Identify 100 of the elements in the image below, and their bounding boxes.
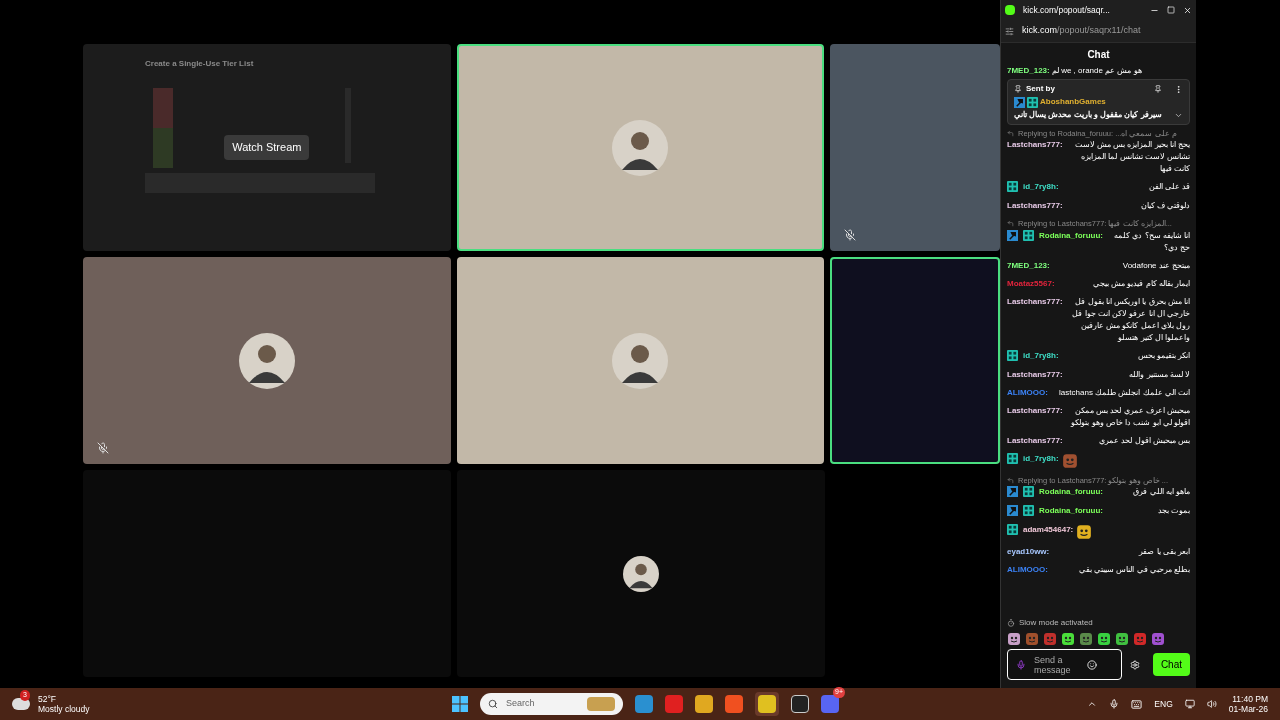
- emote-icon: [1076, 523, 1093, 540]
- chevron-up-icon[interactable]: [1087, 699, 1098, 709]
- og-badge-icon: [1023, 504, 1034, 516]
- settings-icon[interactable]: [1130, 659, 1140, 670]
- og-badge-icon: [1023, 485, 1034, 497]
- emote-icon: [1097, 632, 1111, 646]
- chat-username[interactable]: Moataz5567:: [1007, 277, 1055, 290]
- emoji-icon[interactable]: [1087, 659, 1097, 670]
- og-badge-icon: [1007, 349, 1018, 361]
- reply-icon: [1007, 130, 1014, 138]
- avatar: [623, 555, 659, 592]
- chat-header: Chat: [1086, 48, 1111, 62]
- pinned-message-text: سيرفر كيان مقفول و باريت محدش يسال تاني: [1014, 109, 1162, 121]
- message-input-field[interactable]: Send a message: [1007, 649, 1122, 680]
- microphone-icon[interactable]: [1109, 699, 1120, 709]
- chat-username[interactable]: id_7ry8h:: [1023, 349, 1059, 362]
- close-icon[interactable]: [1183, 5, 1192, 15]
- chat-username[interactable]: ALIMOOO:: [1007, 563, 1048, 576]
- chat-message: ايمار بقاله كام فيديو مش بيجي: [1091, 277, 1190, 290]
- chat-message: ماهو ايه اللي فرق: [1132, 485, 1190, 498]
- avatar: [612, 119, 669, 176]
- chat-username[interactable]: id_7ry8h:: [1023, 181, 1059, 194]
- more-icon[interactable]: [1174, 84, 1183, 94]
- language-indicator[interactable]: ENG: [1154, 697, 1173, 711]
- emote-icon: [1115, 632, 1129, 646]
- hammer-badge-icon: [1007, 485, 1018, 497]
- chat-username[interactable]: AboshanbGames: [1040, 96, 1106, 108]
- avatar: [238, 332, 295, 389]
- chat-message: انا شايفه سح؟ دي كلمه حج دي؟: [1113, 229, 1190, 254]
- chat-message: لم we , orande هو مش عم: [1051, 66, 1142, 75]
- clock-time[interactable]: 11:40 PM: [1232, 694, 1268, 704]
- volume-icon[interactable]: [1206, 699, 1217, 709]
- emote-icon: [1025, 632, 1039, 646]
- search-placeholder: Search: [506, 697, 536, 711]
- chat-message: بموت بجد: [1156, 504, 1190, 517]
- chat-message: مبتحج عند Vodafone: [1121, 259, 1190, 272]
- chat-message: ابعر بقى يا صقر: [1137, 545, 1190, 558]
- emote-icon: [1151, 632, 1165, 646]
- chat-username[interactable]: Lastchans777:: [1007, 404, 1063, 417]
- windows-start-icon[interactable]: [452, 696, 468, 712]
- send-chat-button[interactable]: Chat: [1152, 653, 1190, 676]
- watch-stream-button[interactable]: Watch Stream: [224, 135, 310, 160]
- maximize-icon[interactable]: [1167, 6, 1175, 14]
- chat-username[interactable]: Lastchans777:: [1007, 434, 1063, 447]
- chat-message: لا لسة مستنير والله: [1128, 368, 1190, 381]
- network-icon[interactable]: [1184, 699, 1195, 709]
- slow-mode-icon: [1007, 619, 1015, 627]
- chat-username[interactable]: Lastchans777:: [1007, 139, 1063, 152]
- chat-username[interactable]: Rodaina_foruuu:: [1039, 485, 1103, 498]
- emote-icon: [1061, 452, 1078, 469]
- kick-logo-icon: [1005, 5, 1015, 15]
- chat-username[interactable]: adam454647:: [1023, 523, 1074, 536]
- chat-username[interactable]: id_7ry8h:: [1023, 452, 1059, 465]
- og-badge-icon: [1007, 523, 1018, 535]
- weather-condition: Mostly cloudy: [38, 704, 90, 714]
- chat-message: انت الي علمك انجلش طلمك lastchans: [1058, 386, 1190, 399]
- chat-username[interactable]: ALIMOOO:: [1007, 386, 1048, 399]
- chat-username[interactable]: Lastchans777:: [1007, 200, 1063, 213]
- chat-message: يحج انا بحير المزايزه بس مش لاست تشانس لاست تشانس لما المزايزه كانت فيها: [1073, 139, 1190, 176]
- taskbar-search-field[interactable]: Search: [480, 693, 623, 715]
- window-title: kick.com/popout/saqr...: [1023, 3, 1111, 17]
- chat-username[interactable]: 7MED_123:: [1007, 66, 1050, 75]
- og-badge-icon: [1027, 96, 1038, 108]
- weather-temperature: 52°F: [38, 694, 58, 704]
- emote-icon: [1007, 632, 1021, 646]
- avatar: [612, 332, 669, 389]
- chat-username[interactable]: Lastchans777:: [1007, 368, 1063, 381]
- hammer-badge-icon: [1014, 96, 1025, 108]
- input-placeholder: Send a message: [1034, 654, 1072, 675]
- chat-username[interactable]: Lastchans777:: [1007, 295, 1063, 308]
- chat-message: قد على الفن: [1147, 181, 1190, 194]
- emote-icon: [1061, 632, 1075, 646]
- pin-icon[interactable]: [1154, 85, 1162, 93]
- cloudy-weather-icon[interactable]: [12, 698, 30, 710]
- chat-message: انا مش بحرق يا اوريكس انا بقول فل خارجي ال انا عرفو لاكن انت جوا فل رول بلاي اعمل كانكو مش عارفين واعملوا ال كتير هتسلو: [1071, 295, 1190, 344]
- chat-message: دلوقتي ف كيان: [1139, 200, 1190, 213]
- og-badge-icon: [1007, 452, 1018, 464]
- site-settings-icon[interactable]: [1005, 26, 1014, 36]
- chat-username[interactable]: eyad10ww:: [1007, 545, 1050, 558]
- clock-date[interactable]: 01-Mar-26: [1228, 704, 1268, 714]
- emote-icon: [1133, 632, 1147, 646]
- pinned-label: Sent by: [1026, 83, 1055, 95]
- reply-icon: [1007, 220, 1014, 228]
- slow-mode-notice: Slow mode activated: [1019, 617, 1093, 629]
- emote-icon: [1079, 632, 1093, 646]
- hammer-badge-icon: [1007, 229, 1018, 241]
- reply-icon: [1007, 476, 1014, 484]
- og-badge-icon: [1023, 229, 1034, 241]
- chat-message: بس مبحبش اقول لحد عمري: [1098, 434, 1190, 447]
- og-badge-icon: [1007, 181, 1018, 193]
- keyboard-icon[interactable]: [1131, 698, 1143, 710]
- shared-page-title: Create a Single-Use Tier List: [145, 58, 254, 70]
- chat-username[interactable]: Rodaina_foruuu:: [1039, 229, 1103, 242]
- chat-message: بطلع مرحبي في الناس سيبتي بقي: [1077, 563, 1190, 576]
- pin-icon: [1014, 85, 1022, 93]
- hammer-badge-icon: [1007, 504, 1018, 516]
- search-icon: [488, 699, 498, 709]
- chat-username[interactable]: Rodaina_foruuu:: [1039, 504, 1103, 517]
- chat-username[interactable]: 7MED_123:: [1007, 259, 1050, 272]
- emote-icon: [1043, 632, 1057, 646]
